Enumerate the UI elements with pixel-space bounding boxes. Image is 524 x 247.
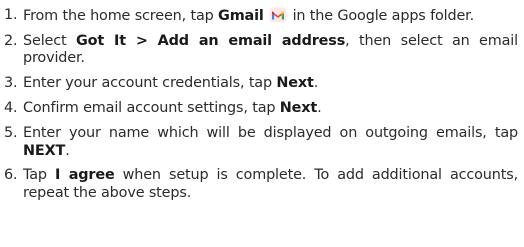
step-text: Confirm email account settings, tap	[23, 100, 280, 117]
step-number: 1.	[4, 7, 18, 23]
step-number: 6.	[4, 167, 18, 184]
step-text: in the Google apps folder.	[292, 8, 475, 24]
step-text: .	[65, 142, 70, 159]
step-text: Select	[23, 32, 76, 49]
step-item-5: 5. Enter your name which will be displaye…	[4, 125, 518, 160]
step-text: .	[317, 100, 322, 117]
step-number: 3.	[4, 75, 18, 92]
step-number: 2.	[4, 32, 18, 49]
step-bold-term: Next	[276, 75, 314, 92]
gmail-icon	[269, 7, 287, 23]
instructions-document: 1. From the home screen, tap Gmail in the…	[0, 0, 524, 247]
step-number: 4.	[4, 100, 18, 117]
step-text: Enter your name which will be displayed …	[23, 125, 518, 142]
step-text: From the home screen, tap	[23, 8, 219, 24]
step-bold-term: Gmail	[218, 8, 264, 24]
step-bold-term: I agree	[54, 167, 115, 184]
step-text: Enter your account credentials, tap	[23, 75, 277, 92]
step-bold-term: Next	[279, 100, 318, 117]
step-item-6: 6. Tap I agree when setup is complete. To…	[4, 167, 518, 202]
step-bold-term: Got It > Add an email address	[75, 32, 346, 49]
step-item-2: 2. Select Got It > Add an email address, …	[4, 33, 518, 68]
step-item-1: 1. From the home screen, tap Gmail in the…	[4, 7, 518, 26]
step-number: 5.	[4, 125, 18, 142]
setup-steps-list: 1. From the home screen, tap Gmail in the…	[4, 7, 518, 202]
step-text: .	[313, 75, 319, 92]
step-text: Tap	[23, 167, 55, 184]
step-bold-term: NEXT	[23, 142, 66, 159]
step-item-3: 3. Enter your account credentials, tap Ne…	[4, 75, 518, 93]
step-item-4: 4. Confirm email account settings, tap Ne…	[4, 100, 518, 118]
